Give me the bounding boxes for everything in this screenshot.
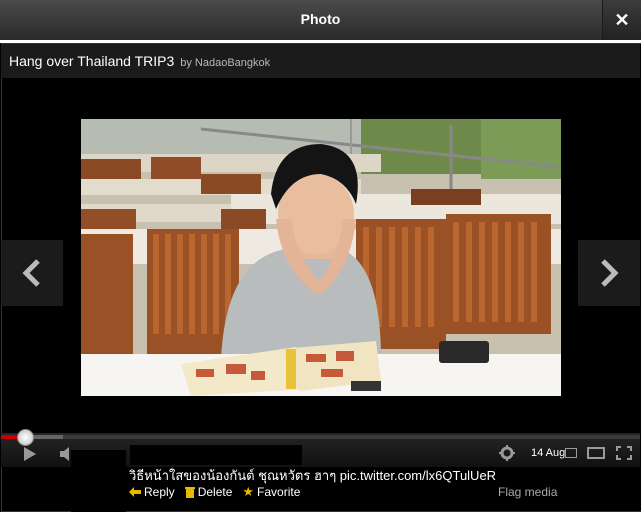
chevron-right-icon — [601, 259, 619, 287]
close-button[interactable]: ✕ — [602, 0, 641, 40]
avatar — [71, 450, 126, 512]
fullscreen-icon[interactable] — [616, 446, 632, 460]
tweet-text: วิธีหน้าใสของน้องกันต์ ชุณหวัตร ฮาๆ pic.… — [129, 468, 497, 483]
star-icon: ★ — [242, 484, 255, 499]
upload-date: 14 Aug — [531, 447, 566, 459]
delete-button[interactable]: Delete — [184, 484, 233, 500]
progress-track[interactable] — [1, 435, 640, 439]
video-still — [81, 119, 561, 396]
reply-icon — [129, 487, 141, 497]
favorite-button[interactable]: ★ Favorite — [242, 484, 300, 500]
delete-label: Delete — [197, 485, 233, 499]
media-byline: by NadaoBangkok — [180, 57, 271, 69]
gear-icon[interactable] — [499, 445, 515, 461]
flag-media-link[interactable]: Flag media — [498, 485, 557, 499]
reply-label: Reply — [144, 485, 175, 499]
media-title: Hang over Thailand TRIP3 by NadaoBangkok — [9, 53, 271, 69]
next-button[interactable] — [578, 240, 640, 306]
modal-title: Photo — [300, 11, 341, 27]
close-icon: ✕ — [614, 9, 630, 30]
favorite-label: Favorite — [257, 485, 301, 499]
video-frame[interactable] — [81, 119, 561, 396]
theater-mode-icon[interactable] — [587, 447, 605, 459]
chevron-left-icon — [22, 259, 40, 287]
overlay-block — [130, 445, 302, 465]
tweet-actions: Reply Delete ★ Favorite — [129, 484, 300, 500]
reply-button[interactable]: Reply — [129, 484, 175, 500]
play-icon[interactable] — [23, 446, 37, 462]
previous-button[interactable] — [1, 240, 63, 306]
progress-scrubber[interactable] — [17, 429, 34, 446]
trash-icon — [184, 487, 195, 498]
media-header: Hang over Thailand TRIP3 by NadaoBangkok — [1, 44, 640, 78]
modal-header: Photo ✕ — [0, 0, 641, 41]
captions-icon[interactable] — [565, 448, 577, 458]
